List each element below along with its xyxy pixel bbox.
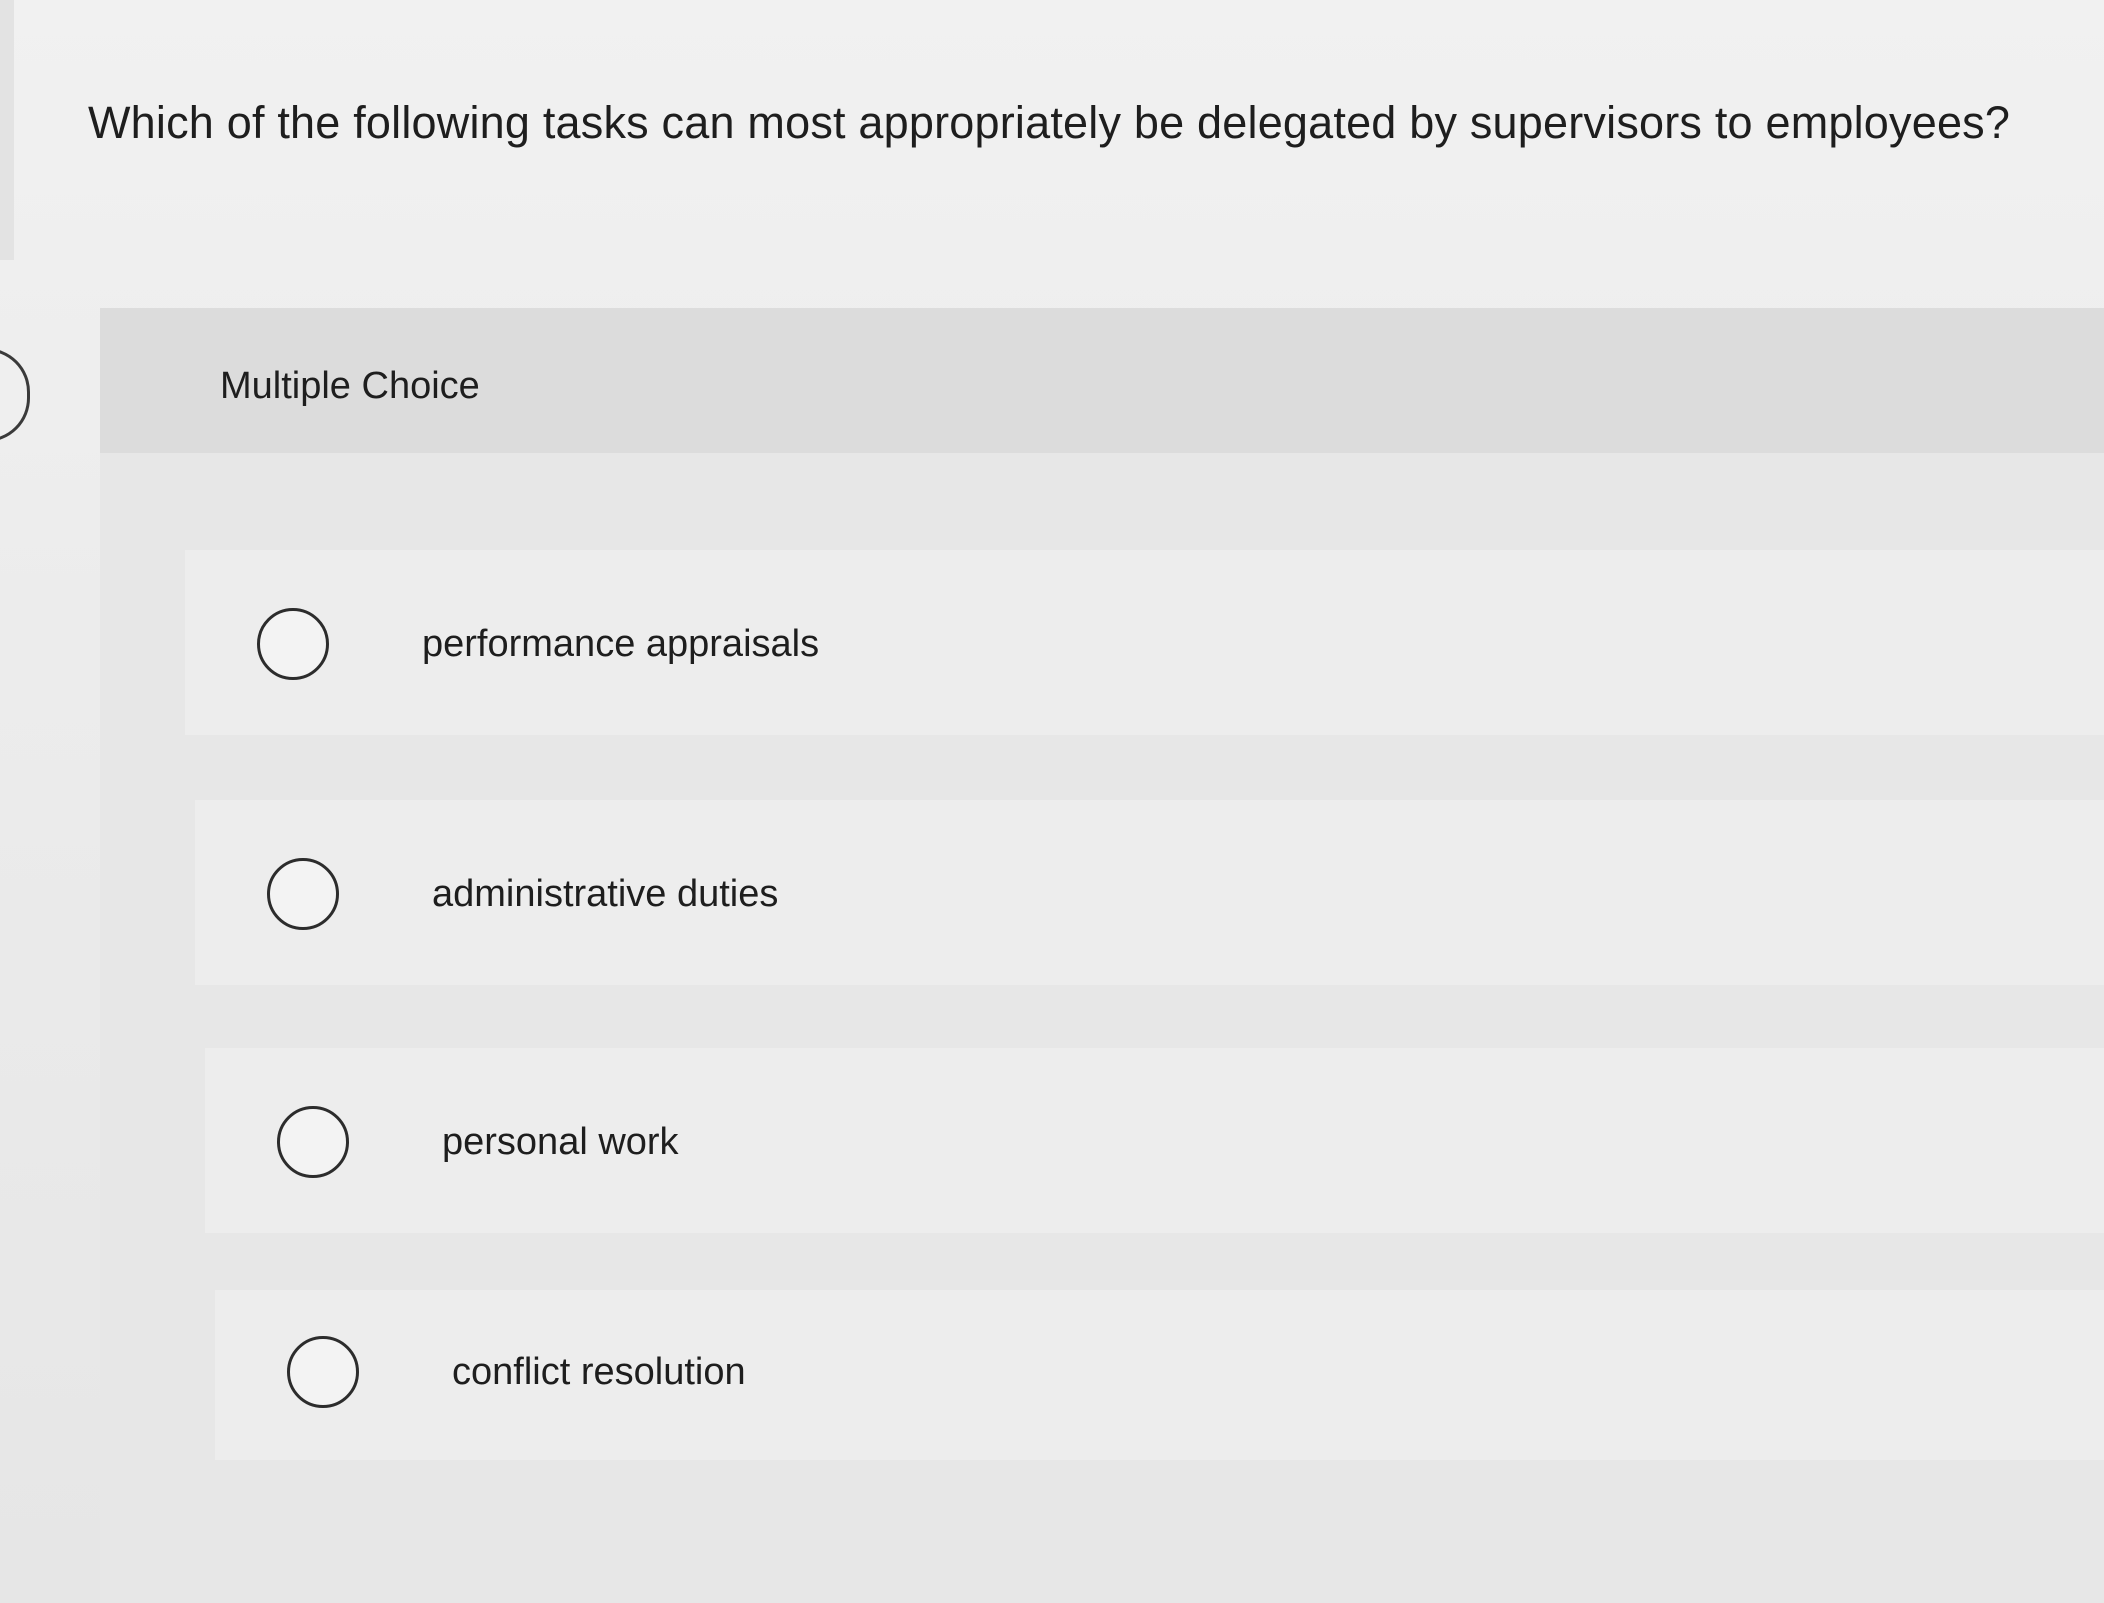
answer-option[interactable]: conflict resolution xyxy=(215,1290,2104,1460)
radio-unselected-icon[interactable] xyxy=(257,608,329,680)
answer-option-label: administrative duties xyxy=(432,873,779,915)
answer-option-label: conflict resolution xyxy=(452,1351,746,1393)
page: Which of the following tasks can most ap… xyxy=(0,0,2104,1603)
radio-unselected-icon[interactable] xyxy=(267,858,339,930)
answer-option[interactable]: performance appraisals xyxy=(185,550,2104,735)
radio-unselected-icon[interactable] xyxy=(277,1106,349,1178)
question-type-label: Multiple Choice xyxy=(220,365,480,407)
answer-option[interactable]: personal work xyxy=(205,1048,2104,1233)
answer-option-label: personal work xyxy=(442,1121,679,1163)
card-header: Multiple Choice xyxy=(100,308,2104,453)
left-edge-panel xyxy=(0,0,14,260)
side-panel-tab-icon[interactable] xyxy=(0,348,30,442)
question-text: Which of the following tasks can most ap… xyxy=(88,97,2011,148)
radio-unselected-icon[interactable] xyxy=(287,1336,359,1408)
answer-option[interactable]: administrative duties xyxy=(195,800,2104,985)
answer-option-label: performance appraisals xyxy=(422,623,820,665)
